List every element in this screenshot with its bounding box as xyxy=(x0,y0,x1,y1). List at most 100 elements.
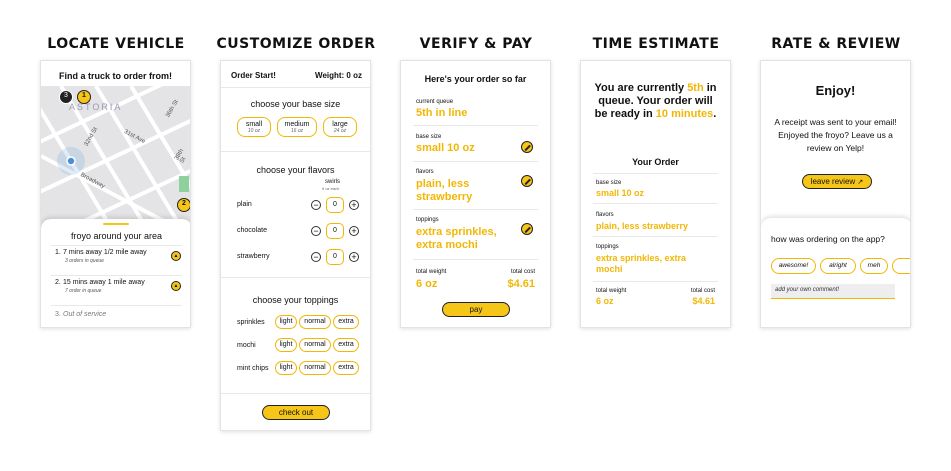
your-order-title: Your Order xyxy=(632,157,679,167)
topping-mint-chips-normal[interactable]: normal xyxy=(299,361,331,375)
external-link-icon: ↗ xyxy=(857,179,864,186)
flavors-value: plain, less strawberry xyxy=(416,178,473,203)
base-medium-label: medium xyxy=(284,121,310,128)
base-size-title: choose your base size xyxy=(250,99,341,109)
truck-2-select-icon[interactable]: ▲ xyxy=(171,281,181,291)
pay-button[interactable]: pay xyxy=(442,302,510,317)
topping-mint-chips-label: mint chips xyxy=(237,365,269,372)
base-medium-sub: 16 oz xyxy=(290,127,304,134)
truck-list-item-1[interactable]: 1. 7 mins away 1/2 mile away 3 orders in… xyxy=(55,249,181,273)
sheet-handle[interactable] xyxy=(103,223,129,225)
screen-locate-vehicle: Find a truck to order from! ASTORIA 31st… xyxy=(40,60,191,328)
queue-value: 5th in line xyxy=(416,107,468,119)
base-small-label: small xyxy=(245,121,263,128)
topping-mochi-normal[interactable]: normal xyxy=(299,338,331,352)
est-toppings-value: extra sprinkles, extra mochi xyxy=(596,253,687,274)
topping-mint-chips-light[interactable]: light xyxy=(275,361,297,375)
est-weight-value: 6 oz xyxy=(596,296,614,306)
truck-marker-3-label: 3 xyxy=(64,92,68,99)
flavor-strawberry-minus-icon[interactable]: − xyxy=(311,252,321,262)
toppings-value: extra sprinkles, extra mochi xyxy=(416,226,497,251)
screen-verify-pay: Here's your order so far current queue 5… xyxy=(400,60,551,328)
topping-sprinkles-normal[interactable]: normal xyxy=(299,315,331,329)
topping-sprinkles-extra[interactable]: extra xyxy=(333,315,359,329)
flavor-chocolate-qty[interactable]: 0 xyxy=(326,223,344,239)
est-cost-value: $4.61 xyxy=(692,296,715,306)
map[interactable]: ASTORIA 31st Ave 32nd St 36th St Broadwa… xyxy=(41,86,190,236)
feedback-panel: how was ordering on the app? awesome! al… xyxy=(761,218,910,327)
est-base-value: small 10 oz xyxy=(596,188,645,198)
chip-more[interactable] xyxy=(892,258,910,274)
flavors-title: choose your flavors xyxy=(256,165,335,175)
title-time-estimate: TIME ESTIMATE xyxy=(592,36,720,52)
flavor-plain-qty[interactable]: 0 xyxy=(326,197,344,213)
chip-awesome[interactable]: awesome! xyxy=(771,258,816,274)
title-rate-review: RATE & REVIEW xyxy=(771,36,901,52)
flavor-chocolate-plus-icon[interactable]: + xyxy=(349,226,359,236)
truck-marker-2[interactable]: 2 xyxy=(177,198,190,212)
base-value: small 10 oz xyxy=(416,142,475,154)
checkout-button[interactable]: check out xyxy=(262,405,330,420)
topping-mint-chips-extra[interactable]: extra xyxy=(333,361,359,375)
est-base-label: base size xyxy=(596,180,622,186)
base-option-large[interactable]: large 24 oz xyxy=(323,117,357,137)
weight-label: Weight: 0 oz xyxy=(315,71,362,80)
leave-review-label: leave review xyxy=(810,177,856,186)
edit-base-icon[interactable] xyxy=(521,141,533,153)
truck-1-select-icon[interactable]: ▲ xyxy=(171,251,181,261)
queue-label: current queue xyxy=(416,99,454,105)
truck-1-sub: 3 orders in queue xyxy=(65,258,104,264)
est-toppings-label: toppings xyxy=(596,244,619,250)
order-summary-title: Here's your order so far xyxy=(424,74,527,84)
estimate-minutes: 10 minutes xyxy=(655,108,714,120)
est-cost-label: total cost xyxy=(690,288,715,294)
toppings-label: toppings xyxy=(416,217,439,223)
truck-2-num: 2. xyxy=(55,279,61,286)
locate-header: Find a truck to order from! xyxy=(58,71,172,81)
flavor-plain-minus-icon[interactable]: − xyxy=(311,200,321,210)
topping-sprinkles-label: sprinkles xyxy=(237,319,265,326)
flavor-chocolate-label: chocolate xyxy=(237,227,267,234)
truck-3-title: Out of service xyxy=(63,311,107,318)
panel-title: froyo around your area xyxy=(70,231,163,241)
flavor-plain-plus-icon[interactable]: + xyxy=(349,200,359,210)
base-small-sub: 10 oz xyxy=(247,127,261,134)
screen-time-estimate: You are currently 5th in queue. Your ord… xyxy=(580,60,731,328)
swirls-sub: 6 oz each xyxy=(322,186,340,191)
topping-mochi-light[interactable]: light xyxy=(275,338,297,352)
base-option-medium[interactable]: medium 16 oz xyxy=(277,117,317,137)
chip-alright[interactable]: alright xyxy=(820,258,856,274)
chip-meh[interactable]: meh xyxy=(860,258,888,274)
topping-sprinkles-light[interactable]: light xyxy=(275,315,297,329)
truck-marker-1[interactable]: 1 xyxy=(77,90,91,104)
estimate-period: . xyxy=(713,108,717,120)
truck-2-sub: 7 order in queue xyxy=(65,288,102,294)
topping-mochi-label: mochi xyxy=(237,342,256,349)
weight-label: total weight xyxy=(416,269,447,275)
flavor-strawberry-plus-icon[interactable]: + xyxy=(349,252,359,262)
cost-label: total cost xyxy=(510,269,535,275)
edit-toppings-icon[interactable] xyxy=(521,223,533,235)
comment-input[interactable]: add your own comment! xyxy=(771,284,895,299)
base-option-small[interactable]: small 10 oz xyxy=(237,117,271,137)
truck-list-item-3: 3. Out of service xyxy=(55,311,181,323)
edit-flavors-icon[interactable] xyxy=(521,175,533,187)
flavor-strawberry-qty[interactable]: 0 xyxy=(326,249,344,265)
leave-review-button[interactable]: leave review ↗ xyxy=(802,174,872,189)
title-locate-vehicle: LOCATE VEHICLE xyxy=(47,36,185,52)
toppings-title: choose your toppings xyxy=(252,295,339,305)
receipt-message: A receipt was sent to your email! Enjoye… xyxy=(774,117,897,153)
truck-marker-3[interactable]: 3 xyxy=(59,90,73,104)
screen-customize-order: Order Start! Weight: 0 oz choose your ba… xyxy=(220,60,371,431)
base-large-sub: 24 oz xyxy=(333,127,347,134)
estimate-message: You are currently 5th in queue. Your ord… xyxy=(591,82,720,121)
screen-rate-review: Enjoy! A receipt was sent to your email!… xyxy=(760,60,911,328)
flavor-chocolate-minus-icon[interactable]: − xyxy=(311,226,321,236)
truck-2-title: 15 mins away 1 mile away xyxy=(63,279,145,286)
weight-value: 6 oz xyxy=(416,278,438,290)
est-flavors-value: plain, less strawberry xyxy=(596,221,689,231)
est-flavors-label: flavors xyxy=(596,212,614,218)
topping-mochi-extra[interactable]: extra xyxy=(333,338,359,352)
base-large-label: large xyxy=(332,121,348,128)
truck-list-item-2[interactable]: 2. 15 mins away 1 mile away 7 order in q… xyxy=(55,279,181,303)
